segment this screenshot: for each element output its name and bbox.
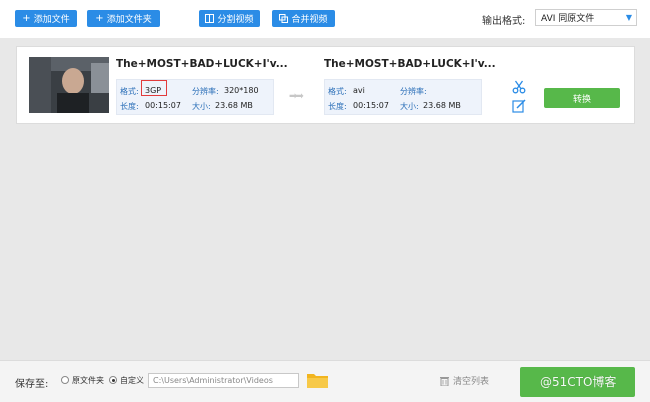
format-highlight-box xyxy=(141,80,167,96)
target-duration-value: 00:15:07 xyxy=(353,101,389,110)
convert-all-button[interactable] xyxy=(520,367,635,397)
plus-icon: + xyxy=(95,12,104,24)
source-filename: The+MOST+BAD+LUCK+I'v... xyxy=(116,58,288,70)
source-folder-label: 原文件夹 xyxy=(72,376,104,385)
video-thumbnail xyxy=(29,57,109,113)
chevron-down-icon: ▼ xyxy=(625,13,632,22)
convert-label: 转换 xyxy=(572,94,591,105)
edit-icon[interactable] xyxy=(512,99,526,113)
custom-folder-label: 自定义 xyxy=(120,376,144,385)
merge-video-label: 合并视频 xyxy=(291,15,328,25)
output-format-label: 输出格式: xyxy=(482,16,526,27)
add-folder-button[interactable]: + 添加文件夹 xyxy=(87,10,160,27)
add-file-button[interactable]: + 添加文件 xyxy=(15,10,77,27)
plus-icon: + xyxy=(22,12,31,24)
target-duration-label: 长度: xyxy=(328,102,347,111)
save-path-input[interactable] xyxy=(148,373,299,388)
target-filename: The+MOST+BAD+LUCK+I'v... xyxy=(324,58,496,70)
split-icon xyxy=(205,14,215,23)
target-resolution-label: 分辨率: xyxy=(400,87,427,96)
source-format-label: 格式: xyxy=(120,87,139,96)
output-format-value: AVI 同原文件 xyxy=(541,14,595,24)
toolbar: + 添加文件 + 添加文件夹 分割视频 合并视频 输出格式: AVI 同原文件 … xyxy=(0,0,650,38)
trash-icon xyxy=(440,376,449,386)
scissors-icon[interactable] xyxy=(512,80,526,94)
source-folder-radio[interactable] xyxy=(61,376,69,384)
folder-icon[interactable] xyxy=(307,372,328,388)
source-duration-value: 00:15:07 xyxy=(145,101,181,110)
save-to-label: 保存至: xyxy=(15,379,49,390)
split-video-button[interactable]: 分割视频 xyxy=(199,10,260,27)
source-resolution-value: 320*180 xyxy=(224,86,259,95)
target-info-panel: 格式: avi 分辨率: 长度: 00:15:07 大小: 23.68 MB xyxy=(324,79,482,115)
output-format-select[interactable]: AVI 同原文件 ▼ xyxy=(535,9,637,26)
arrow-right-icon: ➡➡ xyxy=(289,91,304,102)
custom-folder-radio[interactable] xyxy=(109,376,117,384)
bottom-bar: 保存至: 原文件夹 自定义 清空列表 xyxy=(0,360,650,402)
target-size-value: 23.68 MB xyxy=(423,101,461,110)
clear-list-label: 清空列表 xyxy=(453,377,490,387)
add-file-label: 添加文件 xyxy=(33,15,70,25)
add-folder-label: 添加文件夹 xyxy=(106,15,152,25)
source-size-label: 大小: xyxy=(192,102,211,111)
split-video-label: 分割视频 xyxy=(217,15,254,25)
source-resolution-label: 分辨率: xyxy=(192,87,219,96)
file-item[interactable]: The+MOST+BAD+LUCK+I'v... 格式: 3GP 分辨率: 32… xyxy=(16,46,635,124)
convert-button[interactable]: 转换 xyxy=(544,88,620,108)
target-format-value: avi xyxy=(353,86,365,95)
source-size-value: 23.68 MB xyxy=(215,101,253,110)
merge-icon xyxy=(279,14,289,23)
source-info-panel: 格式: 3GP 分辨率: 320*180 长度: 00:15:07 大小: 23… xyxy=(116,79,274,115)
target-size-label: 大小: xyxy=(400,102,419,111)
source-duration-label: 长度: xyxy=(120,102,139,111)
target-format-label: 格式: xyxy=(328,87,347,96)
clear-list-button[interactable]: 清空列表 xyxy=(440,374,489,387)
merge-video-button[interactable]: 合并视频 xyxy=(272,10,335,27)
